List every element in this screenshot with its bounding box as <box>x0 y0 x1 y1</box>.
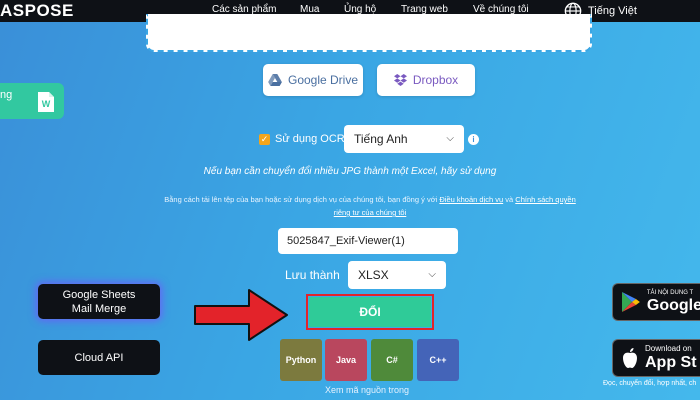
view-source-link[interactable]: Xem mã nguồn trong <box>325 385 409 395</box>
ocr-toggle[interactable]: ✓ Sử dụng OCR <box>259 124 345 154</box>
google-sheets-mail-merge-button[interactable]: Google Sheets Mail Merge <box>38 284 160 319</box>
store-caption: Đọc, chuyển đổi, hợp nhất, ch <box>603 380 697 387</box>
left-word-card[interactable]: ng W <box>0 83 64 119</box>
ocr-language-value: Tiếng Anh <box>354 132 408 146</box>
aspose-logo[interactable]: ASPOSE <box>0 0 74 22</box>
file-drop-area[interactable] <box>146 14 592 52</box>
app-store-badge[interactable]: Download on App St <box>612 339 700 377</box>
dropbox-icon <box>393 74 407 86</box>
google-drive-label: Google Drive <box>287 73 359 87</box>
ocr-label: Sử dụng OCR <box>275 133 345 145</box>
google-play-badge[interactable]: TẢI NỘI DUNG T Google <box>612 283 700 321</box>
app-store-small-text: Download on <box>645 344 692 353</box>
output-format-select[interactable]: XLSX ⌵ <box>348 261 446 289</box>
google-drive-button[interactable]: Google Drive <box>263 64 363 96</box>
python-tile[interactable]: Python <box>280 339 322 381</box>
csharp-tile[interactable]: C# <box>371 339 413 381</box>
language-label: Tiếng Việt <box>588 5 637 17</box>
sheets-line2: Mail Merge <box>71 302 127 315</box>
dropbox-button[interactable]: Dropbox <box>377 64 475 96</box>
cloud-api-button[interactable]: Cloud API <box>38 340 160 375</box>
cpp-tile[interactable]: C++ <box>417 339 459 381</box>
google-drive-icon <box>268 74 282 86</box>
left-card-label: ng <box>0 89 13 101</box>
cloud-api-label: Cloud API <box>74 351 124 364</box>
red-arrow-icon <box>194 289 288 341</box>
sheets-line1: Google Sheets <box>62 288 136 301</box>
terms-prefix: Bằng cách tải lên tệp của bạn hoặc sử dụ… <box>164 195 438 204</box>
apple-icon <box>623 348 637 368</box>
ocr-language-select[interactable]: Tiếng Anh ⌵ <box>344 125 464 153</box>
dropbox-label: Dropbox <box>412 73 459 87</box>
chevron-down-icon: ⌵ <box>446 132 454 144</box>
app-store-big-text: App St <box>645 354 697 371</box>
save-as-label: Lưu thành <box>285 268 340 282</box>
output-filename-input[interactable]: 5025847_Exif-Viewer(1) <box>278 228 458 254</box>
multi-file-hint: Nếu bạn cần chuyển đổi nhiều JPG thành m… <box>203 166 497 177</box>
terms-notice: Bằng cách tải lên tệp của bạn hoặc sử dụ… <box>160 193 580 219</box>
word-doc-icon: W <box>38 92 54 112</box>
google-play-small-text: TẢI NỘI DUNG T <box>646 290 694 296</box>
svg-text:W: W <box>42 99 51 109</box>
output-format-value: XLSX <box>358 268 389 282</box>
info-icon[interactable]: i <box>468 134 479 145</box>
terms-and: và <box>505 195 514 204</box>
java-tile[interactable]: Java <box>325 339 367 381</box>
terms-of-service-link[interactable]: Điều khoản dịch vụ <box>439 195 503 204</box>
ocr-checkbox[interactable]: ✓ <box>259 133 270 145</box>
google-play-icon <box>621 292 640 312</box>
chevron-down-icon: ⌵ <box>428 268 436 280</box>
convert-button[interactable]: ĐỔI <box>309 297 431 327</box>
google-play-big-text: Google <box>646 297 700 314</box>
